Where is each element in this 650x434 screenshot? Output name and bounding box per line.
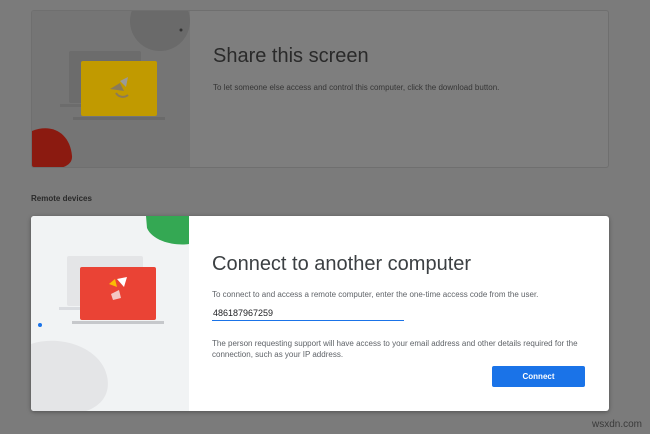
share-screen-card: Share this screen To let someone else ac… <box>31 10 609 168</box>
access-code-input[interactable] <box>212 306 404 321</box>
share-illustration <box>32 11 190 167</box>
share-description: To let someone else access and control t… <box>213 83 500 92</box>
connect-title: Connect to another computer <box>212 253 472 275</box>
watermark: wsxdn.com <box>591 419 642 430</box>
connect-card: Connect to another computer To connect t… <box>31 216 609 411</box>
status-dot <box>38 323 42 327</box>
connect-button[interactable]: Connect <box>492 366 585 387</box>
connect-illustration <box>31 216 189 411</box>
laptop-illustration <box>31 216 189 411</box>
connect-description: To connect to and access a remote comput… <box>212 290 539 299</box>
remote-devices-label: Remote devices <box>31 194 92 203</box>
laptop-illustration <box>32 11 190 167</box>
share-title: Share this screen <box>213 45 369 67</box>
privacy-note: The person requesting support will have … <box>212 339 578 359</box>
